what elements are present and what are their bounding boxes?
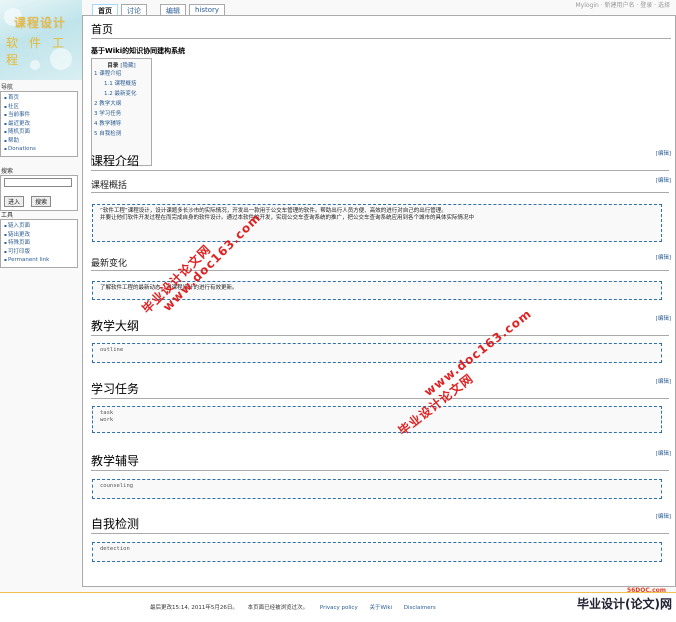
privacy-link[interactable]: Privacy policy — [320, 605, 358, 611]
toc-hide-link[interactable]: [隐藏] — [120, 63, 135, 69]
tasks-text: task — [100, 410, 114, 416]
view-count: 本页面已经被浏览过次。 — [247, 605, 309, 611]
tools-item-whatlinkshere[interactable]: 链入页面 — [4, 222, 74, 231]
last-modified: 最后更改15:14, 2011年5月26日。 — [150, 605, 238, 611]
section-heading-outline: 教学大纲 — [91, 317, 669, 336]
section-heading-tasks: 学习任务 — [91, 380, 669, 399]
section-heading-test: 自我检测 — [91, 515, 669, 534]
test-block: detection — [92, 542, 662, 562]
nav-title: 导航 — [1, 84, 14, 91]
section-heading-intro: 课程介绍 — [91, 152, 669, 171]
sidebar-item-recent-changes[interactable]: 最近更改 — [4, 120, 74, 129]
toc-header: 目录 [隐藏] — [94, 61, 149, 69]
test-text: detection — [100, 546, 130, 552]
tasks-text: work — [100, 417, 114, 423]
footer-info: 最后更改15:14, 2011年5月26日。 本页面已经被浏览过次。 Priva… — [150, 603, 436, 611]
search-input[interactable] — [4, 178, 72, 187]
site-logo[interactable]: 课程设计 软件工程 — [0, 0, 82, 80]
logo-text-2: 软件工程 — [6, 36, 76, 67]
sidebar-search: 搜索 进入 搜索 — [0, 166, 78, 211]
guide-text: counseling — [100, 483, 134, 489]
sidebar-item-help[interactable]: 帮助 — [4, 137, 74, 146]
toc-item[interactable]: 2 教学大纲 — [94, 99, 149, 109]
sidebar-item-home[interactable]: 首页 — [4, 94, 74, 103]
overview-text: “软件工程”课程设计，设计课题多长沙市的实际情况，开发出一款用于公交车管理的软件… — [100, 208, 447, 214]
page-title: 首页 — [91, 21, 671, 39]
brand-url: 56DOC.com — [626, 587, 666, 594]
tasks-block: task work — [92, 406, 662, 433]
user-links[interactable]: Mylogin · 新建用户名 · 登录 · 选择 — [575, 0, 670, 9]
sidebar-item-donations[interactable]: Donations — [4, 145, 74, 154]
logo-text-1: 课程设计 — [14, 16, 67, 30]
section-heading-guide: 教学辅导 — [91, 452, 669, 471]
table-of-contents: 目录 [隐藏] 1 课程介绍 1.1 课程概括 1.2 最新变化 2 教学大纲 … — [91, 58, 152, 166]
section-heading-overview: 课程概括 — [91, 178, 669, 193]
page-subtitle: 基于Wiki的知识协同建构系统 — [91, 47, 186, 55]
sidebar-item-random-page[interactable]: 随机页面 — [4, 128, 74, 137]
go-button[interactable]: 进入 — [4, 196, 25, 207]
tools-item-special-pages[interactable]: 特殊页面 — [4, 239, 74, 248]
toc-item[interactable]: 1 课程介绍 — [94, 69, 149, 79]
sidebar-tools: 工具 链入页面 链出更改 特殊页面 可打印版 Permanent link — [0, 210, 78, 268]
tools-item-printable[interactable]: 可打印版 — [4, 248, 74, 257]
footer: 最后更改15:14, 2011年5月26日。 本页面已经被浏览过次。 Priva… — [0, 587, 676, 622]
outline-text: outline — [100, 347, 124, 353]
toc-item[interactable]: 4 教学辅导 — [94, 119, 149, 129]
toc-item[interactable]: 1.2 最新变化 — [94, 89, 149, 99]
overview-text: 并要让他们软件开发过程在而完成自身的软件设计。通过本软件的开发，实现公交车查询系… — [100, 215, 475, 221]
toc-item[interactable]: 5 自我检测 — [94, 129, 149, 139]
sidebar-item-current-events[interactable]: 当前事件 — [4, 111, 74, 120]
tools-item-related-changes[interactable]: 链出更改 — [4, 231, 74, 240]
sidebar-navigation: 导航 首页 社区 当前事件 最近更改 随机页面 帮助 Donations — [0, 82, 78, 157]
tools-title: 工具 — [1, 212, 14, 219]
disclaimers-link[interactable]: Disclaimers — [404, 605, 436, 611]
search-title: 搜索 — [1, 168, 14, 175]
toc-item[interactable]: 1.1 课程概括 — [94, 79, 149, 89]
toc-item[interactable]: 3 学习任务 — [94, 109, 149, 119]
search-button[interactable]: 搜索 — [31, 196, 52, 207]
tools-item-permanent-link[interactable]: Permanent link — [4, 256, 74, 265]
guide-block: counseling — [92, 479, 662, 499]
overview-block: “软件工程”课程设计，设计课题多长沙市的实际情况，开发出一款用于公交车管理的软件… — [92, 204, 662, 242]
about-link[interactable]: 关于Wiki — [369, 605, 392, 611]
brand-logo: 毕业设计(论文)网 — [577, 597, 672, 611]
sidebar-item-community[interactable]: 社区 — [4, 103, 74, 112]
outline-block: outline — [92, 343, 662, 363]
